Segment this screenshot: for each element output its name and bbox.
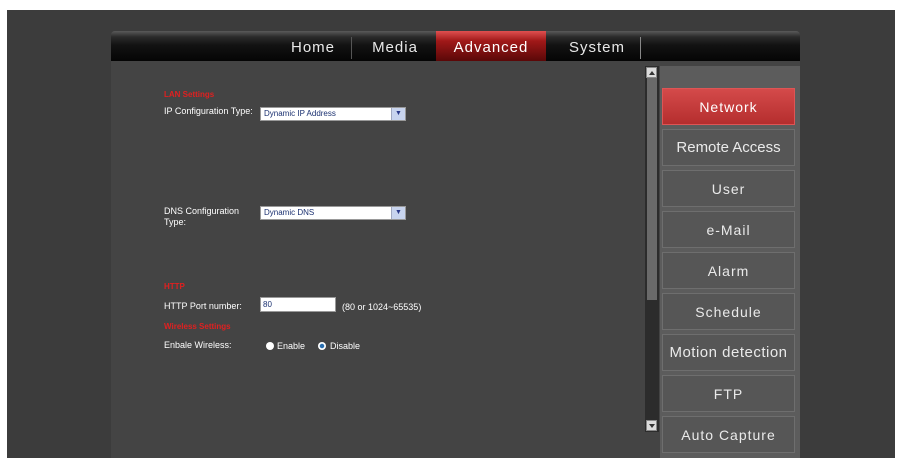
http-port-input[interactable]: 80 bbox=[260, 297, 336, 312]
dns-config-select[interactable]: Dynamic DNS ▼ bbox=[260, 206, 406, 220]
enable-radio-label: Enable bbox=[277, 341, 306, 351]
chevron-down-icon[interactable]: ▼ bbox=[391, 108, 405, 120]
top-nav-bar: Home Media Advanced System bbox=[111, 31, 800, 61]
ip-config-select[interactable]: Dynamic IP Address ▼ bbox=[260, 107, 406, 121]
disable-radio[interactable] bbox=[318, 342, 326, 350]
disable-radio-label: Disable bbox=[330, 341, 361, 351]
ip-config-value: Dynamic IP Address bbox=[264, 109, 336, 118]
sidebar-item-user[interactable]: User bbox=[662, 170, 795, 207]
http-port-hint: (80 or 1024~65535) bbox=[342, 302, 422, 312]
http-port-label: HTTP Port number: bbox=[164, 301, 242, 311]
scroll-up-button[interactable] bbox=[646, 67, 657, 78]
arrow-up-icon bbox=[649, 71, 655, 75]
http-title: HTTP bbox=[164, 282, 185, 291]
nav-separator bbox=[351, 37, 352, 59]
sidebar-item-network[interactable]: Network bbox=[662, 88, 795, 125]
ip-config-label: IP Configuration Type: bbox=[164, 106, 253, 116]
dns-config-label: DNS Configuration Type: bbox=[164, 206, 240, 227]
sidebar-item-motion-detection[interactable]: Motion detection bbox=[662, 334, 795, 371]
enable-radio[interactable] bbox=[266, 342, 274, 350]
sidebar-item-ftp[interactable]: FTP bbox=[662, 375, 795, 412]
dns-config-value: Dynamic DNS bbox=[264, 208, 315, 217]
arrow-down-icon bbox=[649, 424, 655, 428]
sidebar-item-alarm[interactable]: Alarm bbox=[662, 252, 795, 289]
nav-separator bbox=[640, 37, 641, 59]
sidebar-item-remote-access[interactable]: Remote Access bbox=[662, 129, 795, 166]
tab-system[interactable]: System bbox=[557, 31, 637, 61]
enable-wireless-label: Enbale Wireless: bbox=[164, 340, 232, 350]
lan-settings-title: LAN Settings bbox=[164, 90, 215, 99]
sidebar-item-email[interactable]: e-Mail bbox=[662, 211, 795, 248]
scrollbar-thumb[interactable] bbox=[647, 78, 657, 300]
scroll-down-button[interactable] bbox=[646, 420, 657, 431]
sidebar-item-schedule[interactable]: Schedule bbox=[662, 293, 795, 330]
chevron-down-icon[interactable]: ▼ bbox=[391, 207, 405, 219]
tab-media[interactable]: Media bbox=[365, 31, 425, 61]
wireless-settings-title: Wireless Settings bbox=[164, 322, 231, 331]
tab-advanced[interactable]: Advanced bbox=[436, 31, 546, 61]
tab-home[interactable]: Home bbox=[284, 31, 342, 61]
sidebar-item-auto-capture[interactable]: Auto Capture bbox=[662, 416, 795, 453]
